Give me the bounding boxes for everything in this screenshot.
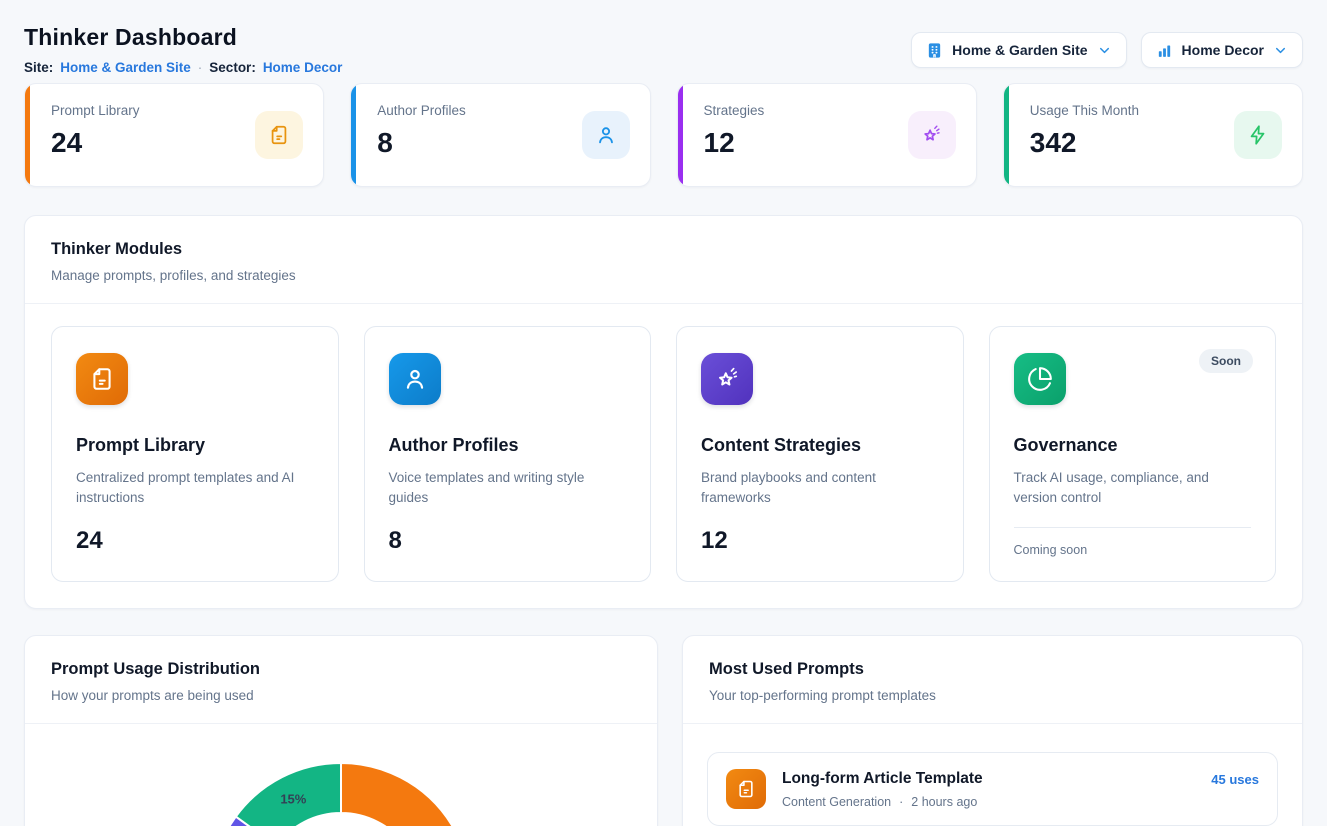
prompt-item-meta: Content Generation · 2 hours ago	[782, 795, 1195, 809]
donut-slice-label: 15%	[280, 791, 306, 806]
stat-text: Strategies 12	[704, 103, 765, 167]
module-description: Centralized prompt templates and AI inst…	[76, 468, 295, 509]
module-count: 8	[389, 527, 627, 555]
usage-card-header: Prompt Usage Distribution How your promp…	[25, 636, 657, 724]
chevron-down-icon	[1097, 43, 1112, 58]
zap-icon	[1234, 111, 1282, 159]
site-link[interactable]: Home & Garden Site	[60, 60, 191, 75]
most-used-subtitle: Your top-performing prompt templates	[709, 688, 1276, 703]
stat-card-author-profiles: Author Profiles 8	[350, 83, 650, 187]
prompt-item-uses-badge: 45 uses	[1211, 772, 1259, 787]
module-description: Brand playbooks and content frameworks	[701, 468, 920, 509]
stat-text: Usage This Month 342	[1030, 103, 1139, 167]
stats-row: Prompt Library 24 Author Profiles 8	[24, 83, 1303, 187]
module-card-content-strategies[interactable]: Content Strategies Brand playbooks and c…	[676, 326, 964, 582]
stat-card-strategies: Strategies 12	[677, 83, 977, 187]
page-title: Thinker Dashboard	[24, 24, 342, 51]
page-header: Thinker Dashboard Site: Home & Garden Si…	[24, 24, 1303, 75]
module-title: Governance	[1014, 435, 1252, 456]
modules-title: Thinker Modules	[51, 240, 1276, 259]
usage-subtitle: How your prompts are being used	[51, 688, 631, 703]
module-card-prompt-library[interactable]: Prompt Library Centralized prompt templa…	[51, 326, 339, 582]
stat-text: Author Profiles 8	[377, 103, 466, 167]
breadcrumb-separator: ·	[198, 60, 203, 75]
stat-card-usage: Usage This Month 342	[1003, 83, 1303, 187]
star-sparkles-icon	[701, 353, 753, 405]
stat-card-prompt-library: Prompt Library 24	[24, 83, 324, 187]
prompt-item-time: 2 hours ago	[911, 795, 977, 809]
most-used-prompts-card: Most Used Prompts Your top-performing pr…	[682, 635, 1303, 826]
prompt-list-item[interactable]: Long-form Article Template Content Gener…	[707, 752, 1278, 826]
dashboard-page: Thinker Dashboard Site: Home & Garden Si…	[0, 0, 1327, 826]
thinker-modules-panel: Thinker Modules Manage prompts, profiles…	[24, 215, 1303, 609]
modules-grid: Prompt Library Centralized prompt templa…	[25, 304, 1302, 608]
stat-label: Author Profiles	[377, 103, 466, 118]
coming-soon-text: Coming soon	[1014, 543, 1252, 557]
file-text-icon	[255, 111, 303, 159]
module-count: 12	[701, 527, 939, 555]
bottom-row: Prompt Usage Distribution How your promp…	[24, 635, 1303, 826]
sector-selector-button[interactable]: Home Decor	[1141, 32, 1303, 68]
module-title: Content Strategies	[701, 435, 939, 456]
stat-label: Usage This Month	[1030, 103, 1139, 118]
most-used-header: Most Used Prompts Your top-performing pr…	[683, 636, 1302, 724]
module-description: Track AI usage, compliance, and version …	[1014, 468, 1233, 509]
star-sparkles-icon	[908, 111, 956, 159]
usage-donut-chart: 65%20%15%	[25, 738, 657, 826]
stat-label: Strategies	[704, 103, 765, 118]
building-icon	[926, 42, 943, 59]
site-label: Site:	[24, 60, 53, 75]
meta-separator: ·	[899, 795, 903, 809]
module-card-author-profiles[interactable]: Author Profiles Voice templates and writ…	[364, 326, 652, 582]
prompt-item-body: Long-form Article Template Content Gener…	[782, 770, 1195, 809]
stat-value: 342	[1030, 127, 1139, 159]
modules-panel-header: Thinker Modules Manage prompts, profiles…	[25, 216, 1302, 304]
usage-title: Prompt Usage Distribution	[51, 660, 631, 679]
sector-label: Sector:	[209, 60, 256, 75]
stat-value: 24	[51, 127, 140, 159]
module-description: Voice templates and writing style guides	[389, 468, 608, 509]
stat-value: 12	[704, 127, 765, 159]
module-count: 24	[76, 527, 314, 555]
site-selector-button[interactable]: Home & Garden Site	[911, 32, 1126, 68]
user-icon	[582, 111, 630, 159]
file-text-icon	[726, 769, 766, 809]
stat-label: Prompt Library	[51, 103, 140, 118]
stat-text: Prompt Library 24	[51, 103, 140, 167]
module-title: Author Profiles	[389, 435, 627, 456]
pie-chart-icon	[1014, 353, 1066, 405]
file-text-icon	[76, 353, 128, 405]
prompt-item-category: Content Generation	[782, 795, 891, 809]
most-used-title: Most Used Prompts	[709, 660, 1276, 679]
breadcrumb: Site: Home & Garden Site · Sector: Home …	[24, 60, 342, 75]
modules-subtitle: Manage prompts, profiles, and strategies	[51, 268, 1276, 283]
stat-value: 8	[377, 127, 466, 159]
module-divider	[1014, 527, 1252, 528]
prompt-usage-card: Prompt Usage Distribution How your promp…	[24, 635, 658, 826]
site-selector-label: Home & Garden Site	[952, 42, 1087, 58]
bar-chart-icon	[1156, 42, 1173, 59]
sector-selector-label: Home Decor	[1182, 42, 1264, 58]
header-selectors: Home & Garden Site Home Decor	[911, 32, 1303, 68]
soon-badge: Soon	[1199, 349, 1253, 373]
module-title: Prompt Library	[76, 435, 314, 456]
usage-chart-area: 65%20%15%	[25, 738, 657, 826]
header-titles: Thinker Dashboard Site: Home & Garden Si…	[24, 24, 342, 75]
user-icon	[389, 353, 441, 405]
sector-link[interactable]: Home Decor	[263, 60, 343, 75]
module-card-governance[interactable]: Soon Governance Track AI usage, complian…	[989, 326, 1277, 582]
prompt-item-title: Long-form Article Template	[782, 770, 1195, 788]
chevron-down-icon	[1273, 43, 1288, 58]
